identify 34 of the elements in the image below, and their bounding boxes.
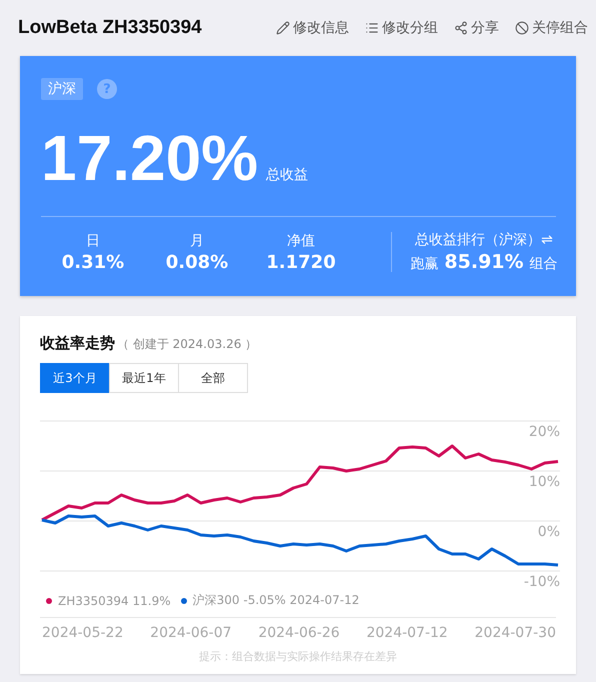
range-tab[interactable]: 全部 bbox=[178, 363, 248, 393]
x-tick-label: 2024-06-07 bbox=[150, 625, 232, 641]
total-return-label: 总收益 bbox=[266, 166, 308, 184]
y-tick-label: -10% bbox=[524, 574, 560, 590]
header-action-link[interactable]: 分享 bbox=[454, 19, 499, 37]
portfolio-title: LowBeta ZH3350394 bbox=[18, 17, 203, 39]
x-tick-label: 2024-07-12 bbox=[366, 625, 448, 641]
y-tick-label: 10% bbox=[528, 474, 560, 490]
y-tick-label: 20% bbox=[528, 424, 560, 440]
rank-prefix: 跑赢 bbox=[410, 255, 438, 273]
stat-label: 日 bbox=[86, 232, 100, 250]
rank-suffix: 组合 bbox=[530, 255, 558, 273]
x-tick-label: 2024-07-30 bbox=[474, 625, 556, 641]
stat-label: 月 bbox=[190, 232, 204, 250]
header-action-link[interactable]: 修改分组 bbox=[365, 19, 438, 37]
rank-value: 85.91% bbox=[444, 251, 524, 273]
stat-value: 0.31% bbox=[62, 252, 124, 272]
pencil-icon bbox=[276, 21, 290, 35]
range-tab[interactable]: 近3个月 bbox=[40, 363, 110, 393]
stat-value: 0.08% bbox=[166, 252, 228, 272]
slashed-circle-icon bbox=[515, 21, 529, 35]
created-date: （ 创建于 2024.03.26 ） bbox=[117, 336, 258, 353]
x-tick-label: 2024-05-22 bbox=[42, 625, 124, 641]
total-return-value: 17.20% bbox=[41, 126, 258, 190]
stat-label: 净值 bbox=[287, 232, 315, 250]
x-tick-label: 2024-06-26 bbox=[258, 625, 340, 641]
share-icon bbox=[454, 21, 468, 35]
market-tag: 沪深 bbox=[41, 78, 83, 100]
y-tick-label: 0% bbox=[538, 524, 560, 540]
range-tab[interactable]: 最近1年 bbox=[109, 363, 179, 393]
stat-value: 1.1720 bbox=[266, 252, 336, 272]
header-action-link[interactable]: 关停组合 bbox=[515, 19, 588, 37]
trend-title: 收益率走势 bbox=[40, 334, 115, 353]
header-action-link[interactable]: 修改信息 bbox=[276, 19, 349, 37]
